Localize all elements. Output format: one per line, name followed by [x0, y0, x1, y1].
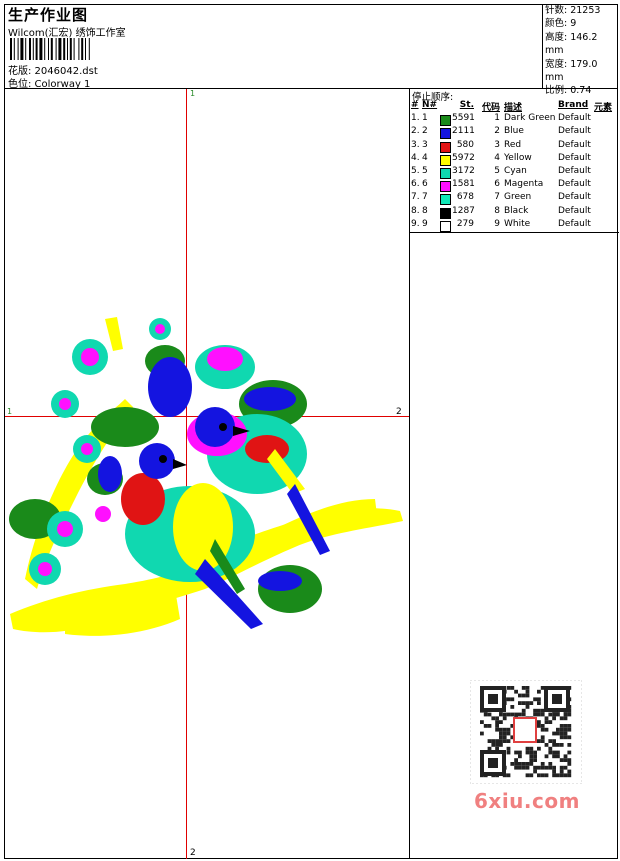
color-swatch: [440, 154, 451, 166]
header-element: 元素: [594, 103, 613, 113]
row-n: 5: [422, 165, 428, 176]
row-code: 9: [494, 218, 500, 229]
row-brand: Default: [558, 165, 591, 176]
page-title: 生产作业图: [8, 6, 89, 24]
row-desc: Blue: [504, 126, 524, 137]
header-st: St.: [459, 100, 474, 110]
row-n: 2: [422, 126, 428, 137]
color-swatch: [440, 194, 451, 206]
color-table: # N# St. 代码 描述 Brand 元素 1. 1 5591 1 Dark Gre…: [410, 100, 619, 233]
colorway: 色位: Colorway 1: [8, 79, 91, 90]
header-n: N#: [422, 100, 438, 110]
color-count: 颜色: 9: [545, 18, 577, 30]
row-stitches: 5972: [452, 152, 475, 163]
row-num: 9.: [411, 218, 420, 229]
barcode: [10, 38, 90, 60]
row-num: 6.: [411, 179, 420, 190]
row-brand: Default: [558, 218, 591, 229]
row-stitches: 1581: [452, 179, 475, 190]
row-brand: Default: [558, 179, 591, 190]
color-swatch: [440, 128, 451, 140]
design-height: 高度: 146.2 mm: [545, 31, 598, 57]
color-table-header: # N# St. 代码 描述 Brand 元素: [410, 100, 619, 113]
color-row: 4. 4 5972 4 Yellow Default: [410, 153, 619, 166]
row-desc: Cyan: [504, 165, 527, 176]
color-row: 5. 5 3172 5 Cyan Default: [410, 166, 619, 179]
row-desc: Green: [504, 192, 532, 203]
color-row: 9. 9 279 9 White Default: [410, 219, 619, 232]
row-n: 7: [422, 192, 428, 203]
row-code: 4: [494, 152, 500, 163]
row-brand: Default: [558, 205, 591, 216]
row-desc: Dark Green: [504, 113, 556, 124]
row-stitches: 3172: [452, 165, 475, 176]
color-row: 1. 1 5591 1 Dark Green Default: [410, 113, 619, 127]
color-row: 8. 8 1287 8 Black Default: [410, 206, 619, 219]
row-brand: Default: [558, 139, 591, 150]
row-code: 1: [494, 113, 500, 124]
color-swatch: [440, 207, 451, 219]
color-swatch: [440, 115, 451, 127]
color-row: 7. 7 678 7 Green Default: [410, 192, 619, 206]
row-brand: Default: [558, 126, 591, 137]
row-stitches: 2111: [452, 126, 475, 137]
qr-code: [470, 680, 582, 784]
axis-label-top: 1: [190, 89, 196, 98]
row-num: 8.: [411, 205, 420, 216]
row-code: 6: [494, 179, 500, 190]
row-desc: White: [504, 218, 531, 229]
design-width: 宽度: 179.0 mm: [545, 58, 598, 84]
row-code: 3: [494, 139, 500, 150]
row-num: 4.: [411, 152, 420, 163]
row-n: 4: [422, 152, 428, 163]
row-code: 8: [494, 205, 500, 216]
row-num: 3.: [411, 139, 420, 150]
row-n: 3: [422, 139, 428, 150]
axis-label-bottom: 2: [190, 848, 196, 858]
row-desc: Yellow: [504, 152, 532, 163]
row-desc: Magenta: [504, 179, 544, 190]
header-num: #: [411, 100, 419, 110]
row-stitches: 279: [456, 218, 474, 229]
row-code: 5: [494, 165, 500, 176]
row-n: 9: [422, 218, 428, 229]
row-stitches: 678: [456, 192, 474, 203]
row-desc: Black: [504, 205, 529, 216]
row-n: 8: [422, 205, 428, 216]
row-num: 1.: [411, 113, 420, 124]
embroidery-design: [9, 317, 403, 636]
color-swatch: [440, 141, 451, 153]
row-num: 7.: [411, 192, 420, 203]
row-n: 6: [422, 179, 428, 190]
stats-panel: 针数: 21253 颜色: 9 高度: 146.2 mm 宽度: 179.0 m…: [542, 4, 618, 96]
header-code: 代码: [481, 103, 500, 113]
watermark-logo: 6xiu.com: [474, 789, 580, 813]
studio-name: Wilcom(汇宏) 绣饰工作室: [8, 28, 126, 39]
header-brand: Brand: [558, 100, 589, 110]
color-row: 3. 3 580 3 Red Default: [410, 140, 619, 153]
row-brand: Default: [558, 113, 591, 124]
header: 生产作业图 Wilcom(汇宏) 绣饰工作室 花版: 2046042.dst 色…: [4, 4, 618, 96]
color-swatch: [440, 167, 451, 179]
row-stitches: 580: [456, 139, 474, 150]
row-stitches: 5591: [452, 113, 475, 124]
row-desc: Red: [504, 139, 522, 150]
stitch-count: 针数: 21253: [545, 5, 601, 16]
row-num: 2.: [411, 126, 420, 137]
color-row: 6. 6 1581 6 Magenta Default: [410, 179, 619, 193]
row-code: 2: [494, 126, 500, 137]
row-stitches: 1287: [452, 205, 475, 216]
color-row: 2. 2 2111 2 Blue Default: [410, 126, 619, 140]
design-canvas: 1 2 1 2: [5, 89, 409, 859]
row-brand: Default: [558, 152, 591, 163]
color-swatch: [440, 220, 451, 232]
row-num: 5.: [411, 165, 420, 176]
row-brand: Default: [558, 192, 591, 203]
color-swatch: [440, 181, 451, 193]
row-code: 7: [494, 192, 500, 203]
row-n: 1: [422, 113, 428, 124]
header-desc: 描述: [504, 103, 523, 113]
